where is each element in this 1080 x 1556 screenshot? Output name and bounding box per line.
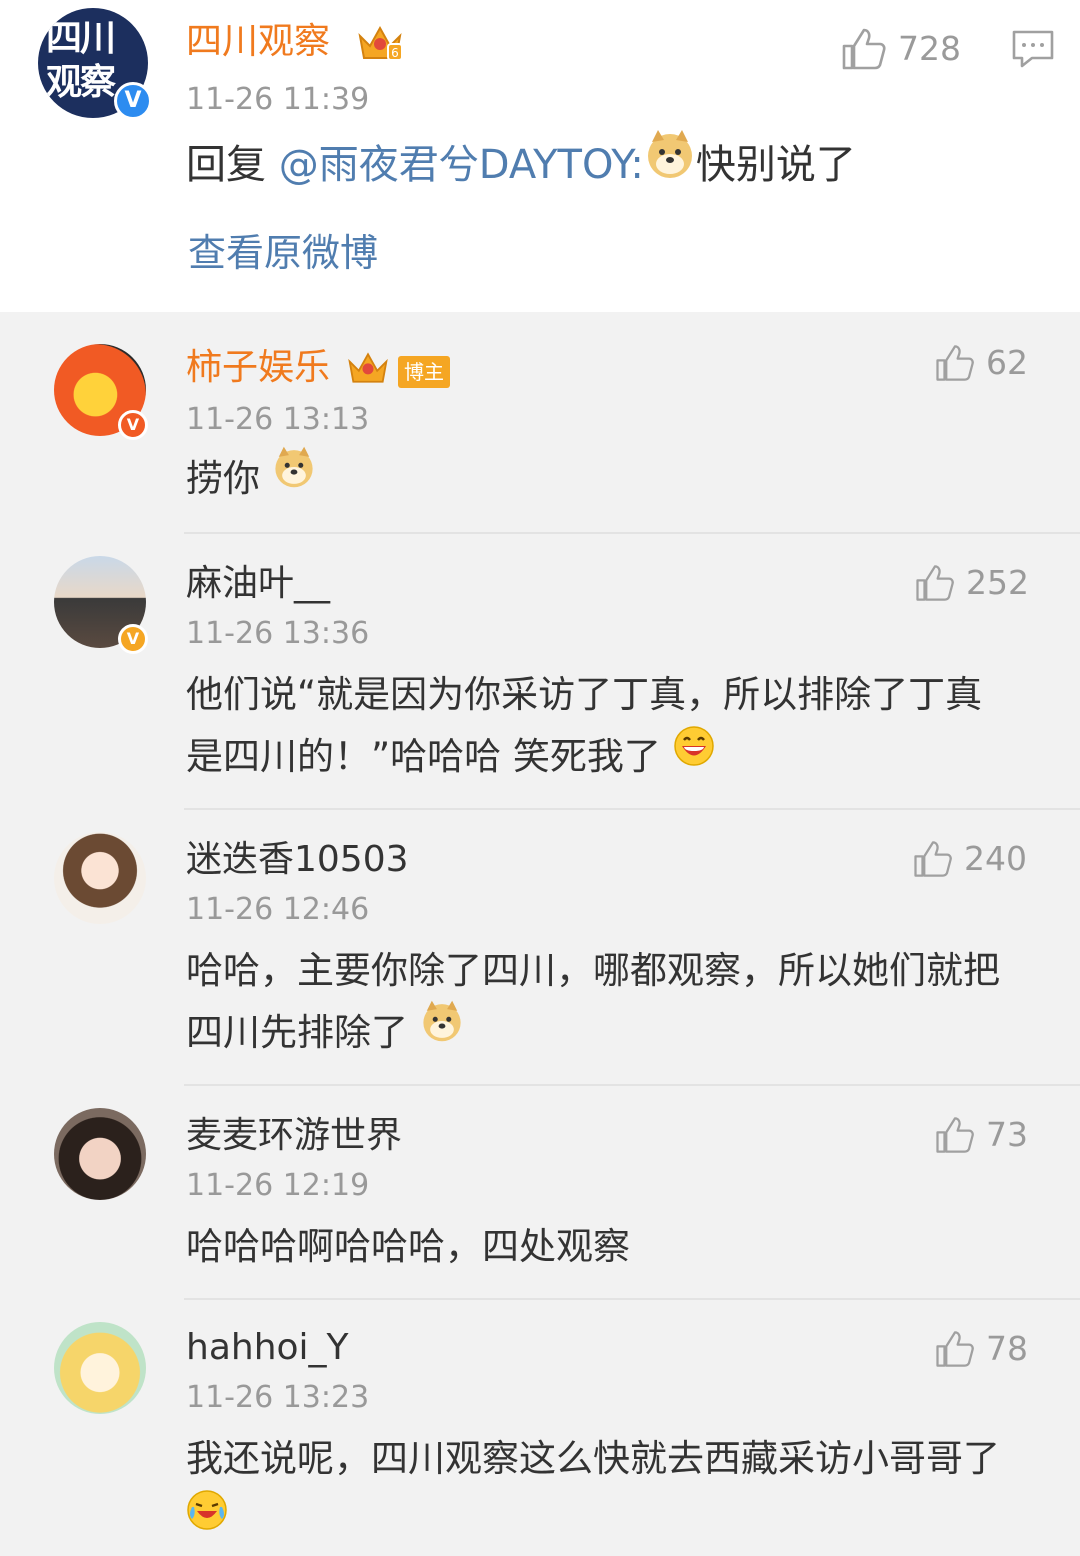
- username[interactable]: 柿子娱乐: [186, 346, 330, 390]
- username[interactable]: hahhoi_Y: [186, 1326, 349, 1370]
- avatar[interactable]: [54, 1322, 146, 1414]
- avatar[interactable]: V: [54, 556, 148, 654]
- comment-time: 11-26 13:36: [186, 616, 370, 651]
- reply-body: 快别说了: [695, 142, 856, 188]
- divider: [184, 1298, 1080, 1300]
- like-button[interactable]: 728: [840, 26, 961, 72]
- mention-link[interactable]: @雨夜君兮DAYTOY: [279, 142, 631, 188]
- thumbs-up-icon: [912, 838, 954, 880]
- cry-laugh-emoji: [186, 1488, 228, 1550]
- comment-text: 捞你: [186, 445, 1046, 512]
- crown-icon: 6: [356, 22, 404, 68]
- avatar[interactable]: [54, 1108, 146, 1200]
- comment-text: 回复 @雨夜君兮DAYTOY: 快别说了: [186, 130, 1046, 202]
- username[interactable]: 迷迭香10503: [186, 838, 409, 882]
- like-button[interactable]: 78: [934, 1328, 1028, 1370]
- comment-time: 11-26 11:39: [186, 82, 370, 117]
- avatar-logo-text: 四川: [46, 18, 116, 59]
- comment-icon[interactable]: [1010, 28, 1056, 74]
- like-button[interactable]: 73: [934, 1114, 1028, 1156]
- avatar[interactable]: [54, 832, 146, 924]
- verified-icon: V: [118, 410, 148, 440]
- divider: [184, 532, 1080, 534]
- svg-text:6: 6: [391, 46, 399, 60]
- thumbs-up-icon: [914, 562, 956, 604]
- comment-text: 我还说呢，四川观察这么快就去西藏采访小哥哥了: [186, 1428, 1026, 1554]
- comment-time: 11-26 12:46: [186, 892, 370, 927]
- comment-time: 11-26 13:13: [186, 402, 370, 437]
- view-original-link[interactable]: 查看原微博: [188, 230, 378, 276]
- username[interactable]: 麻油叶__: [186, 562, 330, 606]
- reply-prefix: 回复: [186, 142, 266, 188]
- doge-emoji: [420, 999, 464, 1062]
- comment-time: 11-26 12:19: [186, 1168, 370, 1203]
- divider: [184, 1084, 1080, 1086]
- colon: :: [630, 142, 644, 188]
- reply-body: 我还说呢，四川观察这么快就去西藏采访小哥哥了: [186, 1437, 1000, 1480]
- reply-list: V 柿子娱乐 博主 11-26 13:13 62 捞你 V 麻油叶__ 11-2…: [0, 312, 1080, 1556]
- like-count: 728: [898, 29, 961, 68]
- doge-emoji: [644, 128, 696, 198]
- crown-icon: [346, 348, 390, 392]
- laugh-emoji: [673, 724, 715, 786]
- avatar[interactable]: 四川 观察 V: [38, 8, 152, 120]
- reply-body: 哈哈哈啊哈哈哈，四处观察: [186, 1225, 630, 1268]
- like-count: 62: [986, 343, 1028, 382]
- reply-body: 他们说“就是因为你采访了丁真，所以排除了丁真是四川的！”哈哈哈 笑死我了: [186, 673, 983, 778]
- like-count: 252: [966, 563, 1029, 602]
- comment-text: 他们说“就是因为你采访了丁真，所以排除了丁真是四川的！”哈哈哈 笑死我了: [186, 664, 1016, 790]
- verified-icon: V: [114, 82, 152, 120]
- main-comment: 四川 观察 V 四川观察 6 11-26 11:39 728 回复 @雨夜君兮D…: [0, 0, 1080, 312]
- thumbs-up-icon: [934, 1114, 976, 1156]
- username[interactable]: 四川观察: [186, 20, 330, 64]
- thumbs-up-icon: [840, 26, 888, 72]
- thumbs-up-icon: [934, 342, 976, 384]
- reply-body: 捞你: [186, 457, 260, 500]
- like-count: 240: [964, 839, 1027, 878]
- verified-icon: V: [118, 624, 148, 654]
- status-badge: 博主: [398, 356, 450, 388]
- comment-text: 哈哈哈啊哈哈哈，四处观察: [186, 1216, 1046, 1278]
- thumbs-up-icon: [934, 1328, 976, 1370]
- divider: [184, 808, 1080, 810]
- like-button[interactable]: 240: [912, 838, 1027, 880]
- doge-emoji: [272, 445, 316, 508]
- like-button[interactable]: 62: [934, 342, 1028, 384]
- like-count: 73: [986, 1115, 1028, 1154]
- reply-body: 哈哈，主要你除了四川，哪都观察，所以她们就把四川先排除了: [186, 949, 1000, 1054]
- avatar[interactable]: V: [54, 344, 148, 440]
- like-button[interactable]: 252: [914, 562, 1029, 604]
- comment-text: 哈哈，主要你除了四川，哪都观察，所以她们就把四川先排除了: [186, 940, 1026, 1066]
- comment-time: 11-26 13:23: [186, 1380, 370, 1415]
- username[interactable]: 麦麦环游世界: [186, 1114, 402, 1158]
- like-count: 78: [986, 1329, 1028, 1368]
